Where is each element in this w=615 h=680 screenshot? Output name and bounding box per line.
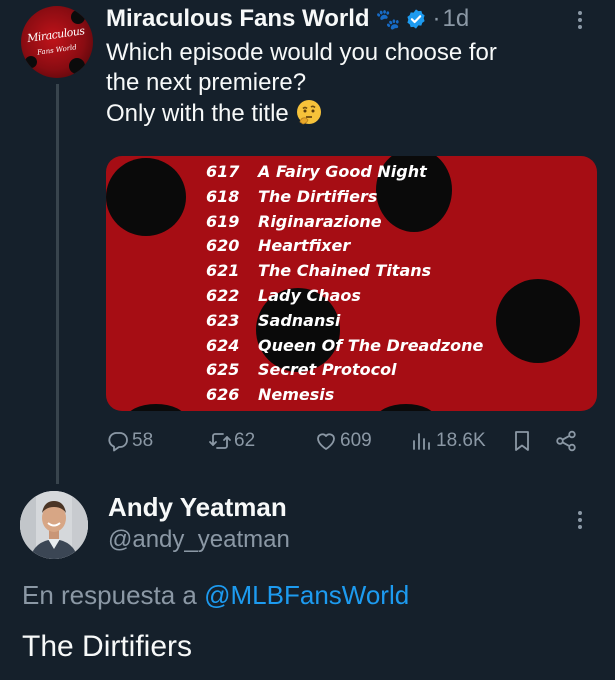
episode-number: 623 xyxy=(206,310,240,330)
episode-row: 617 A Fairy Good Night xyxy=(206,160,483,185)
mention-link[interactable]: @MLBFansWorld xyxy=(204,580,409,610)
separator-dot: · xyxy=(432,5,441,32)
episode-number: 620 xyxy=(206,236,240,256)
thread-connector-line xyxy=(56,84,59,484)
episode-row: 624 Queen Of The Dreadzone xyxy=(206,334,483,359)
episode-title: The Chained Titans xyxy=(258,261,432,281)
avatar-spot xyxy=(71,10,85,24)
episode-row: 619 Riginarazione xyxy=(206,210,483,235)
episode-row: 623 Sadnansi xyxy=(206,309,483,334)
episode-title: A Fairy Good Night xyxy=(258,162,427,181)
replying-to-label: En respuesta a @MLBFansWorld xyxy=(22,580,409,611)
heart-icon xyxy=(317,433,335,450)
reply-count: 58 xyxy=(132,430,154,451)
ladybug-spot xyxy=(126,404,186,411)
bookmark-icon xyxy=(515,431,529,451)
episode-number: 617 xyxy=(206,162,240,181)
tweet-image[interactable]: 617 A Fairy Good Night 618 The Dirtifiers … xyxy=(106,156,597,411)
ladybug-spot xyxy=(496,279,580,363)
episode-title: Queen Of The Dreadzone xyxy=(258,335,484,355)
profile-photo xyxy=(20,491,88,559)
like-button[interactable]: 609 xyxy=(314,426,372,456)
tweet-text-line: the next premiere? xyxy=(106,69,307,96)
episode-number: 624 xyxy=(206,335,240,355)
author-display-name[interactable]: Miraculous Fans World xyxy=(106,5,370,33)
episode-title: Heartfixer xyxy=(258,236,351,256)
episode-title: Sadnansi xyxy=(258,310,341,330)
episode-number: 619 xyxy=(206,211,240,231)
episode-title: The Dirtifiers xyxy=(258,186,378,206)
avatar-spot xyxy=(69,58,85,74)
repost-count: 62 xyxy=(234,430,256,451)
avatar-logo-text: Miraculous xyxy=(26,24,86,46)
avatar-spot xyxy=(25,56,37,68)
tweet-header: Miraculous Fans World 🐾 · 1d xyxy=(106,4,469,34)
tweet-text-line: Only with the title xyxy=(106,98,601,129)
episode-title: Riginarazione xyxy=(258,211,382,231)
episode-row: 620 Heartfixer xyxy=(206,234,483,259)
reply-author-avatar[interactable] xyxy=(20,491,88,559)
share-icon xyxy=(556,430,576,452)
like-count: 609 xyxy=(340,430,372,451)
author-avatar[interactable]: Miraculous Fans World xyxy=(21,6,93,78)
episode-list: 617 A Fairy Good Night 618 The Dirtifiers … xyxy=(206,160,483,408)
episode-number: 626 xyxy=(206,385,240,405)
repost-button[interactable]: 62 xyxy=(208,426,255,456)
reply-author-handle[interactable]: @andy_yeatman xyxy=(108,526,290,554)
avatar-logo-subtext: Fans World xyxy=(36,43,78,57)
tweet-text-line-content: Only with the title xyxy=(106,100,289,127)
tweet-text: Which episode would you choose for the n… xyxy=(106,38,601,129)
ladybug-spot xyxy=(106,158,186,236)
bookmark-button[interactable] xyxy=(510,426,534,456)
episode-number: 622 xyxy=(206,285,240,305)
episode-row: 625 Secret Protocol xyxy=(206,358,483,383)
episode-title: Lady Chaos xyxy=(258,285,361,305)
tweet-thread: Miraculous Fans World Miraculous Fans Wo… xyxy=(0,0,615,680)
reply-icon xyxy=(108,432,128,452)
episode-number: 621 xyxy=(206,261,240,281)
more-options-icon[interactable] xyxy=(570,508,590,532)
episode-number: 618 xyxy=(206,186,240,206)
reply-text: The Dirtifiers xyxy=(22,630,193,663)
views-chart-icon xyxy=(413,433,430,450)
views-count: 18.6K xyxy=(436,430,486,451)
replying-to-prefix: En respuesta a xyxy=(22,580,205,610)
episode-row: 626 Nemesis xyxy=(206,383,483,408)
more-options-icon[interactable] xyxy=(570,8,590,32)
paw-prints-icon: 🐾 xyxy=(375,8,401,31)
thinking-face-icon xyxy=(296,100,321,125)
repost-icon xyxy=(209,433,231,449)
tweet-text-line: Which episode would you choose for xyxy=(106,39,497,66)
verified-badge-icon xyxy=(406,9,425,29)
share-button[interactable] xyxy=(554,426,578,456)
reply-button[interactable]: 58 xyxy=(106,426,153,456)
episode-title: Nemesis xyxy=(258,385,335,405)
episode-number: 625 xyxy=(206,360,240,380)
tweet-action-bar: 58 62 609 18.6K xyxy=(106,426,586,456)
episode-row: 621 The Chained Titans xyxy=(206,259,483,284)
episode-row: 622 Lady Chaos xyxy=(206,284,483,309)
tweet-timestamp[interactable]: 1d xyxy=(443,5,470,33)
episode-title: Secret Protocol xyxy=(258,360,397,380)
reply-author-display-name[interactable]: Andy Yeatman xyxy=(108,492,287,523)
episode-row: 618 The Dirtifiers xyxy=(206,185,483,210)
views-button[interactable]: 18.6K xyxy=(410,426,486,456)
